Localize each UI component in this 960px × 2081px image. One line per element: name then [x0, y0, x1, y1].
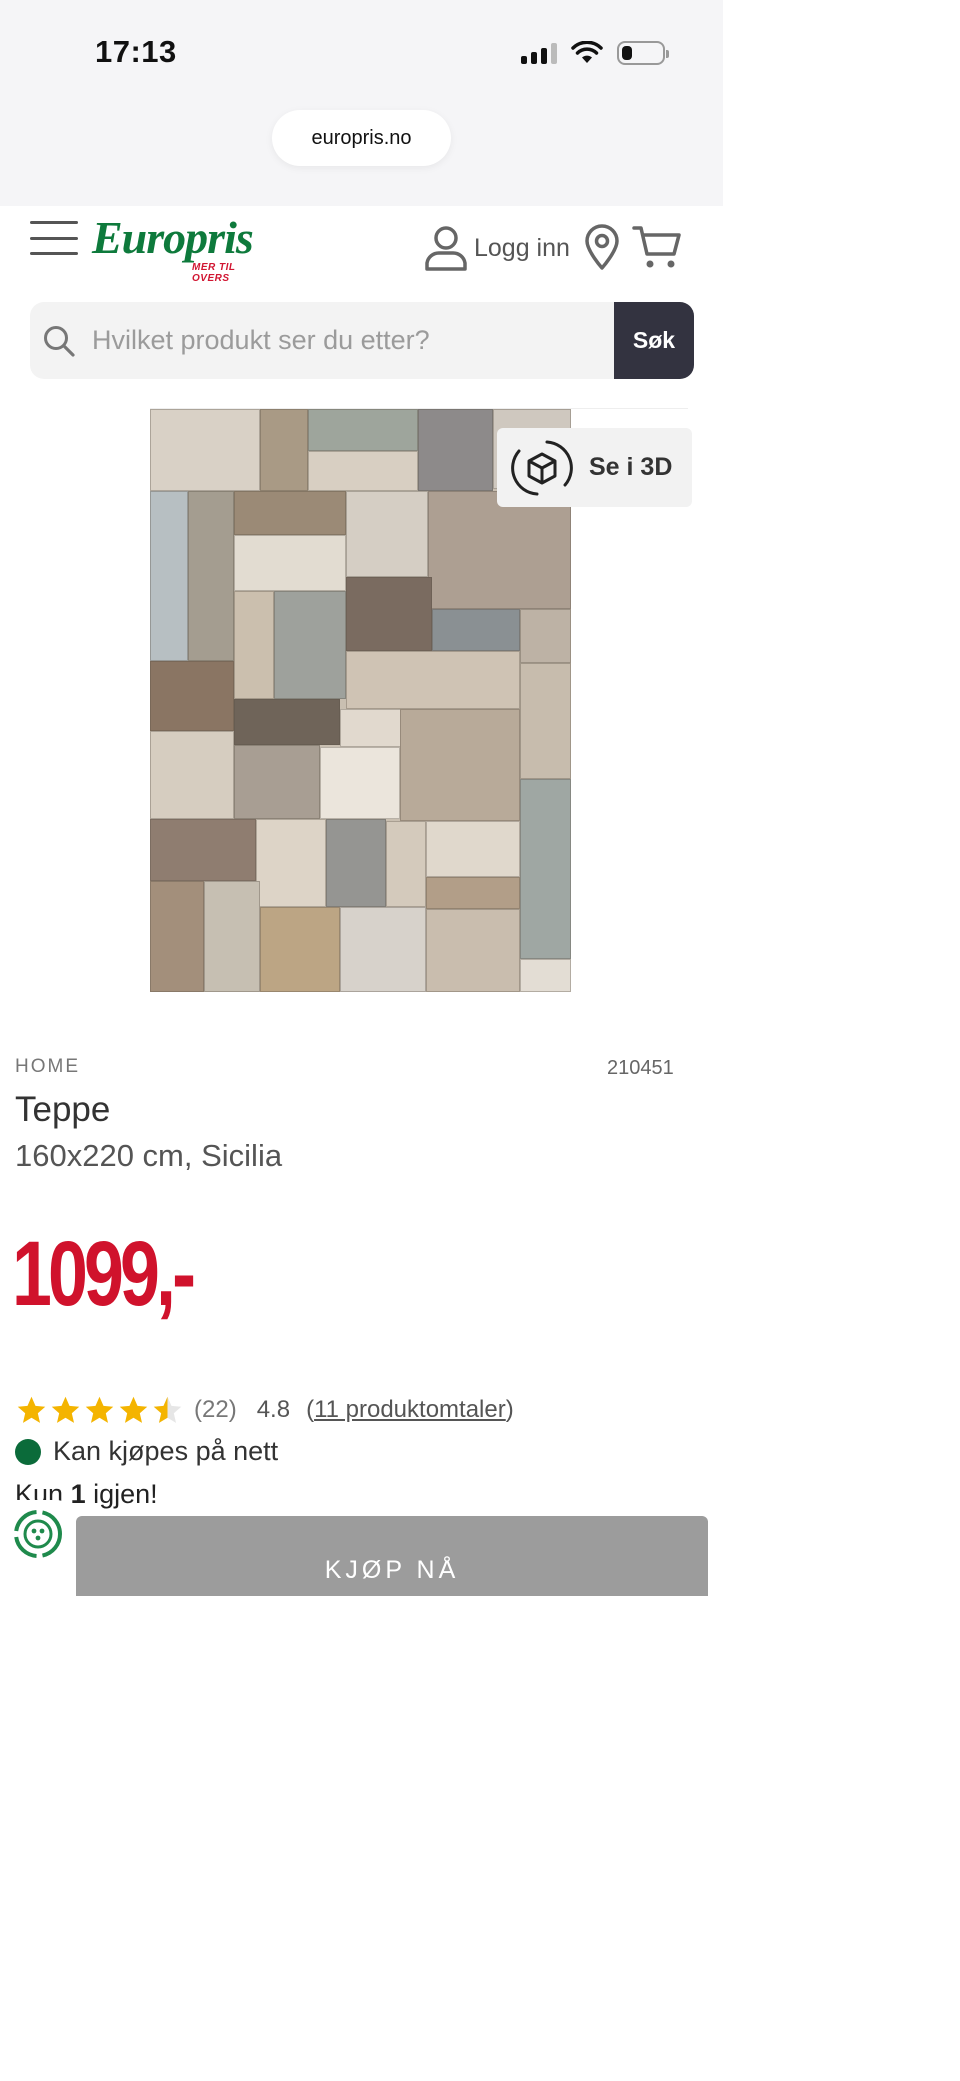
menu-icon[interactable]	[30, 221, 78, 255]
wifi-icon	[571, 41, 603, 63]
product-reviews-link[interactable]: (11 produktomtaler)	[306, 1396, 514, 1424]
star-half-icon	[153, 1396, 182, 1423]
product-title: Teppe	[15, 1090, 111, 1129]
star-icon	[51, 1396, 80, 1423]
url-bar[interactable]: europris.no	[272, 110, 451, 166]
reviews-link-close: )	[505, 1396, 514, 1423]
status-time: 17:13	[95, 34, 177, 69]
product-variant: 160x220 cm, Sicilia	[15, 1138, 283, 1173]
availability-label: Kan kjøpes på nett	[53, 1436, 279, 1466]
eco-badge[interactable]	[0, 1500, 76, 1568]
search-button[interactable]: Søk	[614, 302, 694, 379]
availability-status-dot	[15, 1438, 41, 1465]
product-rating: (22) 4.8 (11 produktomtaler)	[15, 1392, 514, 1428]
star-icon	[119, 1396, 148, 1423]
recycle-icon	[14, 1510, 62, 1558]
view-3d-button[interactable]: Se i 3D	[497, 428, 692, 507]
browser-chrome: 17:13 europris.no	[0, 0, 723, 206]
cellular-signal-icon	[521, 42, 557, 64]
stock-count: 1	[70, 1479, 86, 1509]
view-3d-label: Se i 3D	[589, 453, 673, 481]
search-icon	[44, 326, 75, 357]
login-label: Logg inn	[474, 233, 570, 262]
battery-icon	[617, 41, 669, 65]
product-price: 1099,-	[12, 1223, 196, 1325]
reviews-link-text: 11 produktomtaler	[314, 1396, 506, 1423]
logo-tagline: MER TIL OVERS	[192, 262, 236, 284]
product-sku: 210451	[607, 1057, 674, 1079]
user-icon	[425, 226, 467, 271]
buy-now-button[interactable]: KJØP NÅ	[76, 1516, 708, 1596]
star-icon	[17, 1396, 46, 1423]
europris-logo[interactable]: Europris MER TIL OVERS	[92, 212, 272, 285]
stock-suffix: igjen!	[93, 1479, 158, 1509]
site-header: Europris MER TIL OVERS Logg inn	[0, 206, 723, 291]
location-pin-icon[interactable]	[584, 224, 620, 270]
status-icons	[521, 38, 669, 68]
cart-icon[interactable]	[632, 224, 682, 270]
3d-cube-icon	[511, 440, 573, 495]
online-availability: Kan kjøpes på nett	[15, 1436, 278, 1467]
search-input[interactable]	[92, 302, 612, 379]
reviews-link-open: (	[306, 1396, 315, 1423]
review-count: (22)	[194, 1396, 237, 1423]
url-text: europris.no	[311, 126, 412, 149]
battery-level	[622, 46, 632, 60]
rating-stars	[15, 1394, 184, 1427]
average-rating: 4.8	[256, 1396, 291, 1423]
product-category[interactable]: HOME	[15, 1056, 80, 1078]
star-icon	[85, 1396, 114, 1423]
login-button[interactable]: Logg inn	[424, 224, 570, 272]
search-bar: Søk	[30, 302, 694, 379]
logo-wordmark: Europris	[92, 212, 254, 263]
